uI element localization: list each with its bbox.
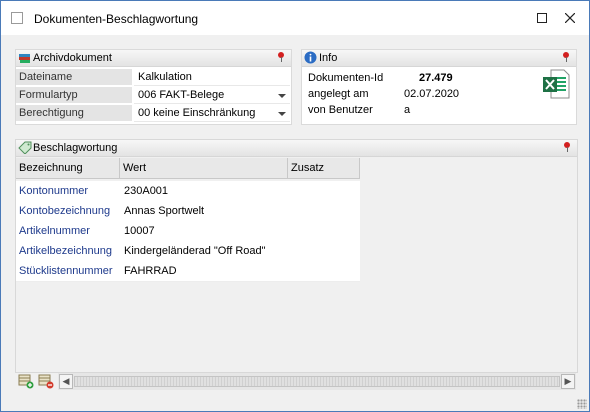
row-bezeichnung: Kontobezeichnung <box>19 205 111 217</box>
chevron-down-icon[interactable] <box>278 94 286 98</box>
close-icon <box>565 13 575 23</box>
document-icon <box>11 12 23 24</box>
horizontal-scrollbar[interactable]: ◀ ▶ <box>58 373 576 390</box>
window-title: Dokumenten-Beschlagwortung <box>34 12 199 26</box>
berechtigung-dropdown[interactable]: 00 keine Einschränkung <box>134 105 290 122</box>
column-header-wert[interactable]: Wert <box>120 158 288 179</box>
von-benutzer-label: von Benutzer <box>308 104 373 116</box>
beschlagwortung-header: Beschlagwortung <box>16 140 577 157</box>
angelegt-am-label: angelegt am <box>308 88 369 100</box>
formulartyp-value: 006 FAKT-Belege <box>138 89 225 101</box>
excel-icon[interactable] <box>542 69 570 99</box>
dokumenten-id-value: 27.479 <box>419 72 453 84</box>
row-wert[interactable]: FAHRRAD <box>124 261 177 281</box>
column-header-bezeichnung[interactable]: Bezeichnung <box>16 158 120 179</box>
resize-grip-icon[interactable] <box>577 399 587 409</box>
row-bezeichnung: Stücklistennummer <box>19 265 113 277</box>
tag-icon <box>18 141 32 154</box>
archivdokument-title: Archivdokument <box>33 52 112 64</box>
archivdokument-panel: Archivdokument Dateiname Kalkulation For… <box>15 49 292 125</box>
close-button[interactable] <box>557 7 583 29</box>
dateiname-field[interactable]: Kalkulation <box>134 69 290 86</box>
table-row[interactable]: Stücklistennummer FAHRRAD <box>16 261 360 282</box>
row-wert[interactable]: Annas Sportwelt <box>124 201 204 221</box>
scrollbar-track[interactable] <box>74 376 560 387</box>
dokumenten-id-label: Dokumenten-Id <box>308 72 384 84</box>
berechtigung-label: Berechtigung <box>16 105 132 122</box>
row-bezeichnung: Artikelbezeichnung <box>19 245 112 257</box>
scroll-right-icon[interactable]: ▶ <box>561 374 575 389</box>
maximize-button[interactable] <box>529 7 555 29</box>
delete-row-icon[interactable] <box>38 373 54 389</box>
row-bezeichnung: Artikelnummer <box>19 225 90 237</box>
row-bezeichnung: Kontonummer <box>19 185 89 197</box>
info-title: Info <box>319 52 338 64</box>
table-row[interactable]: Kontonummer 230A001 <box>16 181 360 202</box>
table-row[interactable]: Artikelnummer 10007 <box>16 221 360 242</box>
pin-icon[interactable] <box>562 52 570 62</box>
scroll-left-icon[interactable]: ◀ <box>59 374 73 389</box>
dateiname-label: Dateiname <box>16 69 132 86</box>
pin-icon[interactable] <box>563 142 571 152</box>
formulartyp-label: Formulartyp <box>16 87 132 104</box>
formulartyp-dropdown[interactable]: 006 FAKT-Belege <box>134 87 290 104</box>
angelegt-am-value: 02.07.2020 <box>404 88 460 100</box>
info-panel: Info Dokumenten-Id 27.479 angelegt am 02… <box>301 49 577 125</box>
row-wert[interactable]: 10007 <box>124 221 155 241</box>
dialog-window: Dokumenten-Beschlagwortung Archivdokumen… <box>0 0 590 412</box>
berechtigung-value: 00 keine Einschränkung <box>138 107 256 119</box>
beschlagwortung-title: Beschlagwortung <box>33 142 118 154</box>
info-icon <box>304 51 317 64</box>
info-header: Info <box>302 50 576 67</box>
von-benutzer-value: a <box>404 104 411 116</box>
pin-icon[interactable] <box>277 52 285 62</box>
column-header-zusatz[interactable]: Zusatz <box>288 158 360 179</box>
chevron-down-icon[interactable] <box>278 112 286 116</box>
archivdokument-header: Archivdokument <box>16 50 291 67</box>
title-bar[interactable]: Dokumenten-Beschlagwortung <box>1 1 589 35</box>
books-icon <box>19 54 30 63</box>
maximize-icon <box>537 13 547 23</box>
table-row[interactable]: Artikelbezeichnung Kindergeländerad "Off… <box>16 241 360 262</box>
row-wert[interactable]: Kindergeländerad "Off Road" <box>124 241 266 261</box>
add-row-icon[interactable] <box>18 373 34 389</box>
row-wert[interactable]: 230A001 <box>124 181 168 201</box>
table-row[interactable]: Kontobezeichnung Annas Sportwelt <box>16 201 360 222</box>
